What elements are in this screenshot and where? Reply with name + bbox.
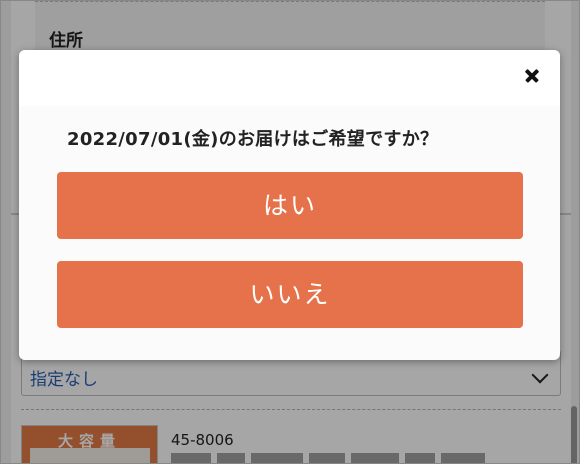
dialog-header xyxy=(19,50,560,106)
close-icon[interactable] xyxy=(520,64,544,88)
delivery-confirm-dialog: 2022/07/01(金)のお届けはご希望ですか？ はい いいえ xyxy=(19,50,560,360)
no-button[interactable]: いいえ xyxy=(57,261,523,328)
yes-button[interactable]: はい xyxy=(57,172,523,239)
dialog-question: 2022/07/01(金)のお届けはご希望ですか？ xyxy=(67,129,439,150)
